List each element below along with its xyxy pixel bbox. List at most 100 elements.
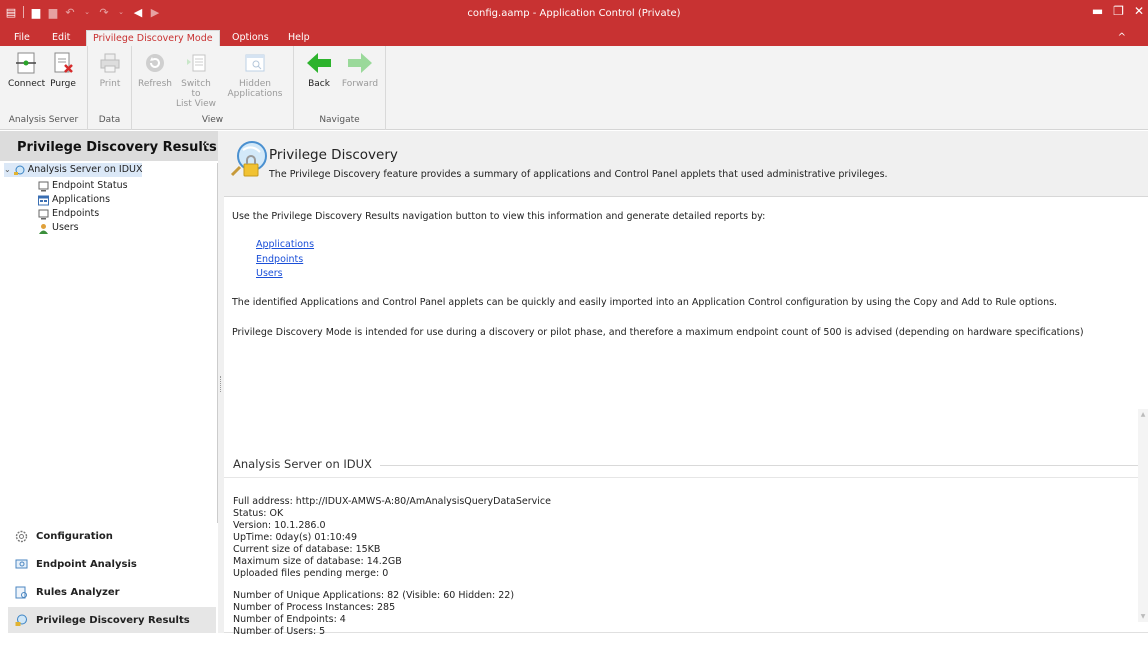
- group-label-analysis-server: Analysis Server: [8, 115, 79, 125]
- printer-icon: [97, 50, 123, 76]
- list-view-icon: [183, 50, 209, 76]
- nav-section-rules-analyzer[interactable]: Rules Analyzer: [8, 579, 216, 605]
- tab-edit[interactable]: Edit: [46, 30, 76, 46]
- tree-node-applications[interactable]: Applications: [38, 193, 110, 207]
- forward-button[interactable]: Forward: [340, 50, 380, 89]
- ribbon-tab-bar: File Edit Privilege Discovery Mode Optio…: [0, 30, 1148, 46]
- restore-icon[interactable]: ❐: [1113, 4, 1124, 18]
- database-current-size: Current size of database: 15KB: [233, 544, 381, 555]
- users-icon: [38, 223, 49, 234]
- page-title: Privilege Discovery: [269, 147, 398, 163]
- tree-node-users[interactable]: Users: [38, 221, 79, 235]
- hidden-label-line1: Hidden: [239, 79, 271, 89]
- link-users[interactable]: Users: [256, 268, 283, 279]
- tab-file[interactable]: File: [8, 30, 36, 46]
- tab-options[interactable]: Options: [226, 30, 275, 46]
- server-full-address: Full address: http://IDUX-AMWS-A:80/AmAn…: [233, 496, 551, 507]
- users-count: Number of Users: 5: [233, 626, 326, 637]
- refresh-button[interactable]: Refresh: [136, 50, 174, 89]
- nav-section-label-endpoint-analysis: Endpoint Analysis: [36, 558, 137, 570]
- forward-label: Forward: [341, 79, 379, 89]
- import-info-text: The identified Applications and Control …: [232, 297, 1058, 308]
- forward-arrow-icon: [347, 50, 373, 76]
- refresh-label: Refresh: [138, 79, 172, 89]
- back-button[interactable]: Back: [302, 50, 336, 89]
- ribbon-group-analysis-server: Connect Purge Analysis Server: [0, 46, 88, 130]
- connect-label: Connect: [8, 79, 46, 89]
- tree-node-endpoint-status[interactable]: Endpoint Status: [38, 179, 128, 193]
- hidden-applications-button[interactable]: Hidden Applications: [224, 50, 286, 99]
- info-scrollbar[interactable]: ▲ ▼: [1138, 409, 1148, 622]
- nav-section-label-configuration: Configuration: [36, 530, 113, 542]
- main-content: Privilege Discovery The Privilege Discov…: [224, 131, 1148, 637]
- endpoint-limit-text: Privilege Discovery Mode is intended for…: [232, 327, 1084, 338]
- scroll-up-icon[interactable]: ▲: [1138, 411, 1148, 418]
- server-section-heading: Analysis Server on IDUX: [233, 457, 380, 471]
- tree-label-applications: Applications: [52, 194, 111, 205]
- group-label-view: View: [201, 115, 224, 125]
- tree-label-endpoints: Endpoints: [52, 208, 100, 219]
- nav-panel-title: Privilege Discovery Results: [17, 140, 217, 155]
- link-endpoints[interactable]: Endpoints: [256, 254, 303, 265]
- purge-button[interactable]: Purge: [46, 50, 80, 89]
- privilege-discovery-large-icon: [230, 140, 268, 178]
- collapse-panel-icon[interactable]: ‹: [204, 139, 208, 150]
- splitter-grip[interactable]: [220, 376, 222, 392]
- back-arrow-icon: [306, 50, 332, 76]
- collapse-ribbon-icon[interactable]: ^: [1118, 30, 1126, 46]
- window-title: config.aamp - Application Control (Priva…: [467, 8, 681, 19]
- tree-node-endpoints[interactable]: Endpoints: [38, 207, 99, 221]
- expand-chevron-icon[interactable]: ⌄: [4, 163, 11, 177]
- switch-label-line1: Switch to: [181, 79, 211, 99]
- scroll-down-icon[interactable]: ▼: [1138, 613, 1148, 620]
- connect-icon: [13, 50, 39, 76]
- switch-to-list-view-button[interactable]: Switch to List View: [176, 50, 216, 109]
- purge-icon: [50, 50, 76, 76]
- tab-help[interactable]: Help: [282, 30, 316, 46]
- nav-section-privilege-discovery-results[interactable]: Privilege Discovery Results: [8, 607, 216, 633]
- ribbon-group-data: Print Data: [88, 46, 132, 130]
- nav-panel-header: Privilege Discovery Results ‹: [0, 131, 218, 161]
- hidden-applications-icon: [242, 50, 268, 76]
- ribbon: Connect Purge Analysis Server Print Data…: [0, 46, 1148, 130]
- endpoints-count: Number of Endpoints: 4: [233, 614, 346, 625]
- endpoint-status-icon: [38, 181, 49, 192]
- title-bar: ▤ ▆ ▆ ↶ ⌄ ↷ ⌄ ◀ ▶ config.aamp - Applicat…: [0, 0, 1148, 30]
- intro-text: Use the Privilege Discovery Results navi…: [232, 211, 766, 222]
- process-instances-count: Number of Process Instances: 285: [233, 602, 396, 613]
- content-body: Use the Privilege Discovery Results navi…: [224, 201, 1148, 637]
- tree-root-label: Analysis Server on IDUX: [27, 164, 143, 175]
- refresh-icon: [142, 50, 168, 76]
- nav-section-label-rules-analyzer: Rules Analyzer: [36, 586, 120, 598]
- privilege-discovery-icon: [14, 613, 28, 627]
- tree-label-users: Users: [52, 222, 79, 233]
- minimize-icon[interactable]: ▬: [1092, 4, 1103, 18]
- close-icon[interactable]: ✕: [1134, 4, 1144, 18]
- section-divider: [376, 465, 1142, 466]
- main-header: Privilege Discovery The Privilege Discov…: [224, 131, 1148, 197]
- tree-label-endpoint-status: Endpoint Status: [52, 180, 128, 191]
- print-button[interactable]: Print: [93, 50, 127, 89]
- hidden-label-line2: Applications: [227, 89, 283, 99]
- link-applications[interactable]: Applications: [256, 239, 314, 250]
- group-label-navigate: Navigate: [319, 115, 360, 125]
- switch-label-line2: List View: [176, 99, 216, 109]
- connect-button[interactable]: Connect: [8, 50, 46, 89]
- endpoints-icon: [38, 209, 49, 220]
- database-max-size: Maximum size of database: 14.2GB: [233, 556, 402, 567]
- nav-section-endpoint-analysis[interactable]: Endpoint Analysis: [8, 551, 216, 577]
- print-label: Print: [99, 79, 121, 89]
- gear-icon: [14, 529, 28, 543]
- rules-analyzer-icon: [14, 585, 28, 599]
- server-search-icon: [13, 165, 25, 176]
- tree-node-analysis-server[interactable]: ⌄ Analysis Server on IDUX: [4, 163, 143, 177]
- nav-section-configuration[interactable]: Configuration: [8, 523, 216, 549]
- unique-applications-count: Number of Unique Applications: 82 (Visib…: [233, 590, 515, 601]
- results-tree: ⌄ Analysis Server on IDUX Endpoint Statu…: [0, 163, 218, 523]
- tab-privilege-discovery-mode[interactable]: Privilege Discovery Mode: [86, 30, 220, 46]
- endpoint-analysis-icon: [14, 557, 28, 571]
- server-version: Version: 10.1.286.0: [233, 520, 326, 531]
- applications-icon: [38, 195, 49, 206]
- window-controls: ▬ ❐ ✕: [1092, 4, 1144, 18]
- server-status: Status: OK: [233, 508, 284, 519]
